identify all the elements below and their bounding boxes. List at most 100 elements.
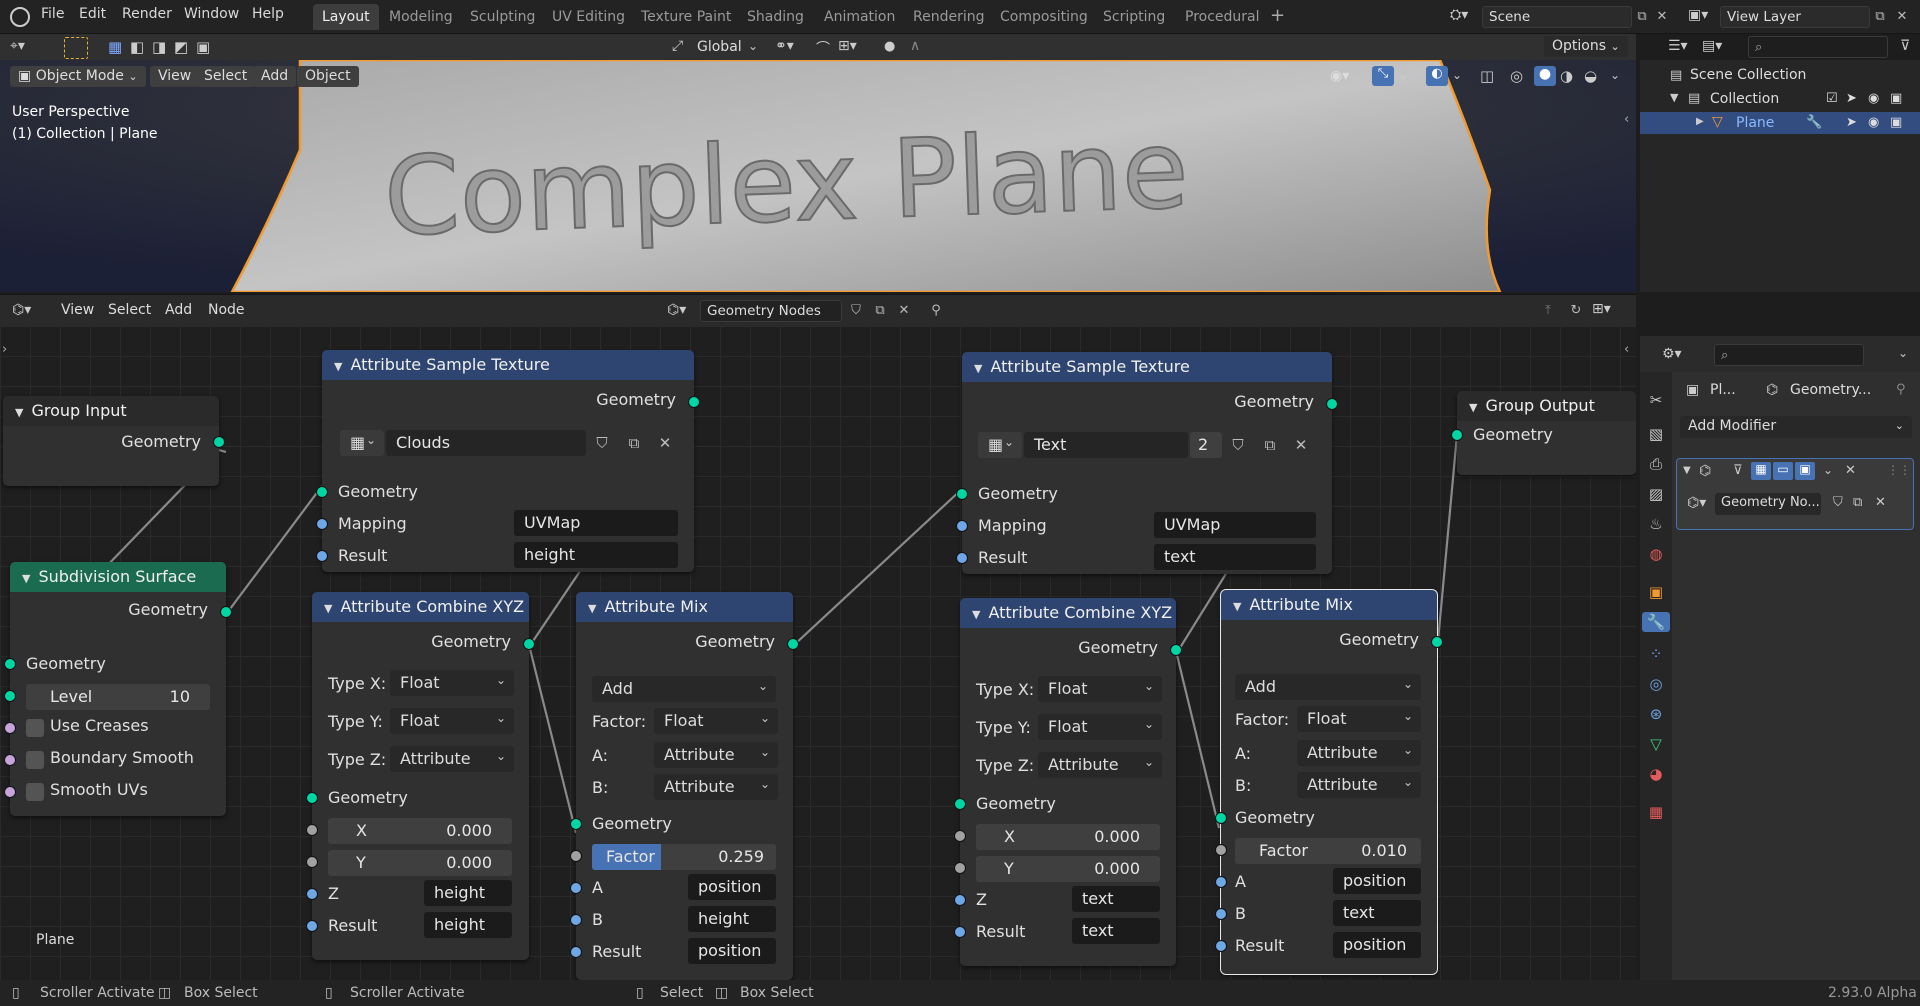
socket-result-in[interactable]	[954, 926, 966, 938]
type-y-dropdown[interactable]: Float ⌄	[1038, 714, 1162, 740]
socket-boundary-smooth-in[interactable]	[4, 754, 16, 766]
node-editor-canvas[interactable]: ▼ Group Input Geometry ▼ Subdivision Surfa…	[0, 326, 1636, 980]
socket-mapping-in[interactable]	[316, 518, 328, 530]
socket-result-in[interactable]	[956, 552, 968, 564]
menu-render[interactable]: Render	[122, 6, 172, 22]
socket-geometry-out[interactable]	[1170, 644, 1182, 656]
properties-search-input[interactable]: ⌕	[1714, 344, 1864, 366]
socket-result-in[interactable]	[570, 946, 582, 958]
socket-b-in[interactable]	[1215, 908, 1227, 920]
node-header[interactable]: ▼ Attribute Sample Texture	[322, 350, 694, 380]
node-header[interactable]: ▼ Attribute Sample Texture	[962, 352, 1332, 382]
transform-orientation-value[interactable]: Global	[697, 39, 742, 55]
fake-user-shield-icon[interactable]: ⛉	[592, 433, 612, 453]
fake-user-shield-icon[interactable]: ⛉	[1833, 495, 1843, 510]
blend-mode-dropdown[interactable]: Add ⌄	[1235, 674, 1421, 700]
z-field[interactable]: text	[1072, 886, 1160, 912]
display-mode-icon[interactable]: ▤▾	[1702, 38, 1722, 54]
socket-geometry-out[interactable]	[213, 436, 225, 448]
socket-geometry-in[interactable]	[4, 658, 16, 670]
add-workspace-icon[interactable]: +	[1270, 5, 1285, 26]
b-type-dropdown[interactable]: Attribute ⌄	[1297, 772, 1421, 798]
select-invert-icon[interactable]: ◩	[174, 38, 188, 56]
tab-animation[interactable]: Animation	[815, 4, 904, 30]
type-x-dropdown[interactable]: Float ⌄	[1038, 676, 1162, 702]
select-new-icon[interactable]: ▦	[108, 38, 122, 56]
unlink-icon[interactable]: ✕	[655, 433, 675, 453]
a-field[interactable]: position	[1333, 868, 1421, 894]
socket-geometry-in[interactable]	[306, 792, 318, 804]
data-tab-icon[interactable]: ▽	[1646, 734, 1666, 754]
node-attribute-combine-xyz-1[interactable]: ▼ Attribute Combine XYZ Geometry Type X: …	[306, 592, 535, 960]
socket-result-in[interactable]	[1215, 940, 1227, 952]
node-header[interactable]: ▼ Subdivision Surface	[10, 562, 226, 592]
tab-compositing[interactable]: Compositing	[991, 4, 1097, 30]
factor-slider[interactable]: Factor 0.010	[1235, 838, 1421, 864]
collapse-icon[interactable]: ▼	[974, 362, 982, 375]
socket-x-in[interactable]	[306, 824, 318, 836]
material-shading-icon[interactable]: ◑	[1560, 67, 1573, 85]
wireframe-shading-icon[interactable]: ◎	[1510, 67, 1523, 85]
node-menu-node[interactable]: Node	[208, 302, 245, 318]
object-name-short[interactable]: Pl...	[1710, 382, 1736, 398]
chevron-down-icon[interactable]: ⌄	[1898, 346, 1908, 360]
menu-help[interactable]: Help	[252, 6, 284, 22]
b-field[interactable]: text	[1333, 900, 1421, 926]
outliner-search-input[interactable]: ⌕	[1748, 36, 1888, 58]
view-layer-tab-icon[interactable]: ▨	[1646, 484, 1666, 504]
socket-geometry-out[interactable]	[787, 638, 799, 650]
physics-tab-icon[interactable]: ◎	[1646, 674, 1666, 694]
z-field[interactable]: height	[424, 880, 512, 906]
duplicate-icon[interactable]: ⧉	[624, 433, 644, 453]
socket-geometry-in[interactable]	[570, 818, 582, 830]
socket-b-in[interactable]	[570, 914, 582, 926]
chevron-down-icon[interactable]: ⌄	[748, 39, 758, 53]
b-type-dropdown[interactable]: Attribute ⌄	[654, 774, 778, 800]
snap-target-icon[interactable]: ⊞▾	[838, 38, 857, 54]
type-z-dropdown[interactable]: Attribute ⌄	[390, 746, 514, 772]
constraints-tab-icon[interactable]: ⊛	[1646, 704, 1666, 724]
menu-file[interactable]: File	[41, 6, 64, 22]
b-field[interactable]: height	[688, 906, 776, 932]
node-menu-select[interactable]: Select	[108, 302, 151, 318]
node-attribute-sample-texture-1[interactable]: ▼ Attribute Sample Texture Geometry ▦ ⌄ Cl…	[316, 350, 700, 572]
collapse-icon[interactable]: ▼	[1469, 401, 1477, 414]
chevron-down-icon[interactable]: ⌄	[1610, 68, 1620, 82]
socket-geometry-out[interactable]	[688, 396, 700, 408]
tab-sculpting[interactable]: Sculpting	[461, 4, 544, 30]
node-subdivision-surface[interactable]: ▼ Subdivision Surface Geometry Geometry L…	[4, 562, 232, 816]
a-type-dropdown[interactable]: Attribute ⌄	[654, 742, 778, 768]
add-modifier-button[interactable]: Add Modifier ⌄	[1680, 416, 1912, 438]
overlays-icon[interactable]: ◐	[1426, 66, 1448, 86]
output-tab-icon[interactable]: ⎙	[1646, 454, 1666, 474]
texture-browse-button[interactable]: ▦ ⌄	[978, 432, 1022, 458]
fake-user-shield-icon[interactable]: ⛉	[1228, 435, 1248, 455]
drag-handle-icon[interactable]: ⋮⋮	[1887, 463, 1911, 477]
modifier-wrench-icon[interactable]: 🔧	[1806, 115, 1822, 130]
tab-layout[interactable]: Layout	[313, 4, 379, 30]
unlink-icon[interactable]: ✕	[894, 301, 914, 321]
node-attribute-mix-2[interactable]: ▼ Attribute Mix Geometry Add ⌄ Factor: Flo…	[1215, 589, 1443, 975]
socket-factor-in[interactable]	[570, 850, 582, 862]
node-header[interactable]: ▼ Attribute Mix	[576, 592, 793, 622]
result-field[interactable]: text	[1072, 918, 1160, 944]
collapse-icon[interactable]: ▼	[22, 572, 30, 585]
node-tree-browse-icon[interactable]: ⌬▾	[667, 302, 686, 318]
node-header[interactable]: ▼ Group Input	[3, 396, 219, 426]
collapse-icon[interactable]: ▼	[1683, 465, 1691, 476]
view-layer-field[interactable]: View Layer	[1720, 6, 1870, 28]
include-checkbox-icon[interactable]: ☑	[1826, 91, 1838, 106]
result-field[interactable]: position	[688, 938, 776, 964]
toolbar-toggle-icon[interactable]: ›	[2, 342, 7, 357]
node-menu-add[interactable]: Add	[165, 302, 192, 318]
boundary-smooth-checkbox[interactable]	[26, 751, 44, 769]
viewport-menu-object[interactable]: Object	[297, 66, 359, 87]
view-layer-icon[interactable]: ▣▾	[1688, 7, 1708, 23]
select-extend-icon[interactable]: ◧	[130, 38, 144, 56]
socket-a-in[interactable]	[570, 882, 582, 894]
x-field[interactable]: X 0.000	[328, 818, 512, 844]
render-display-icon[interactable]: ▣	[1795, 462, 1815, 480]
fake-user-shield-icon[interactable]: ⛉	[846, 301, 866, 321]
rendered-shading-icon[interactable]: ◒	[1584, 67, 1597, 85]
eye-icon[interactable]: ◉	[1868, 115, 1879, 130]
